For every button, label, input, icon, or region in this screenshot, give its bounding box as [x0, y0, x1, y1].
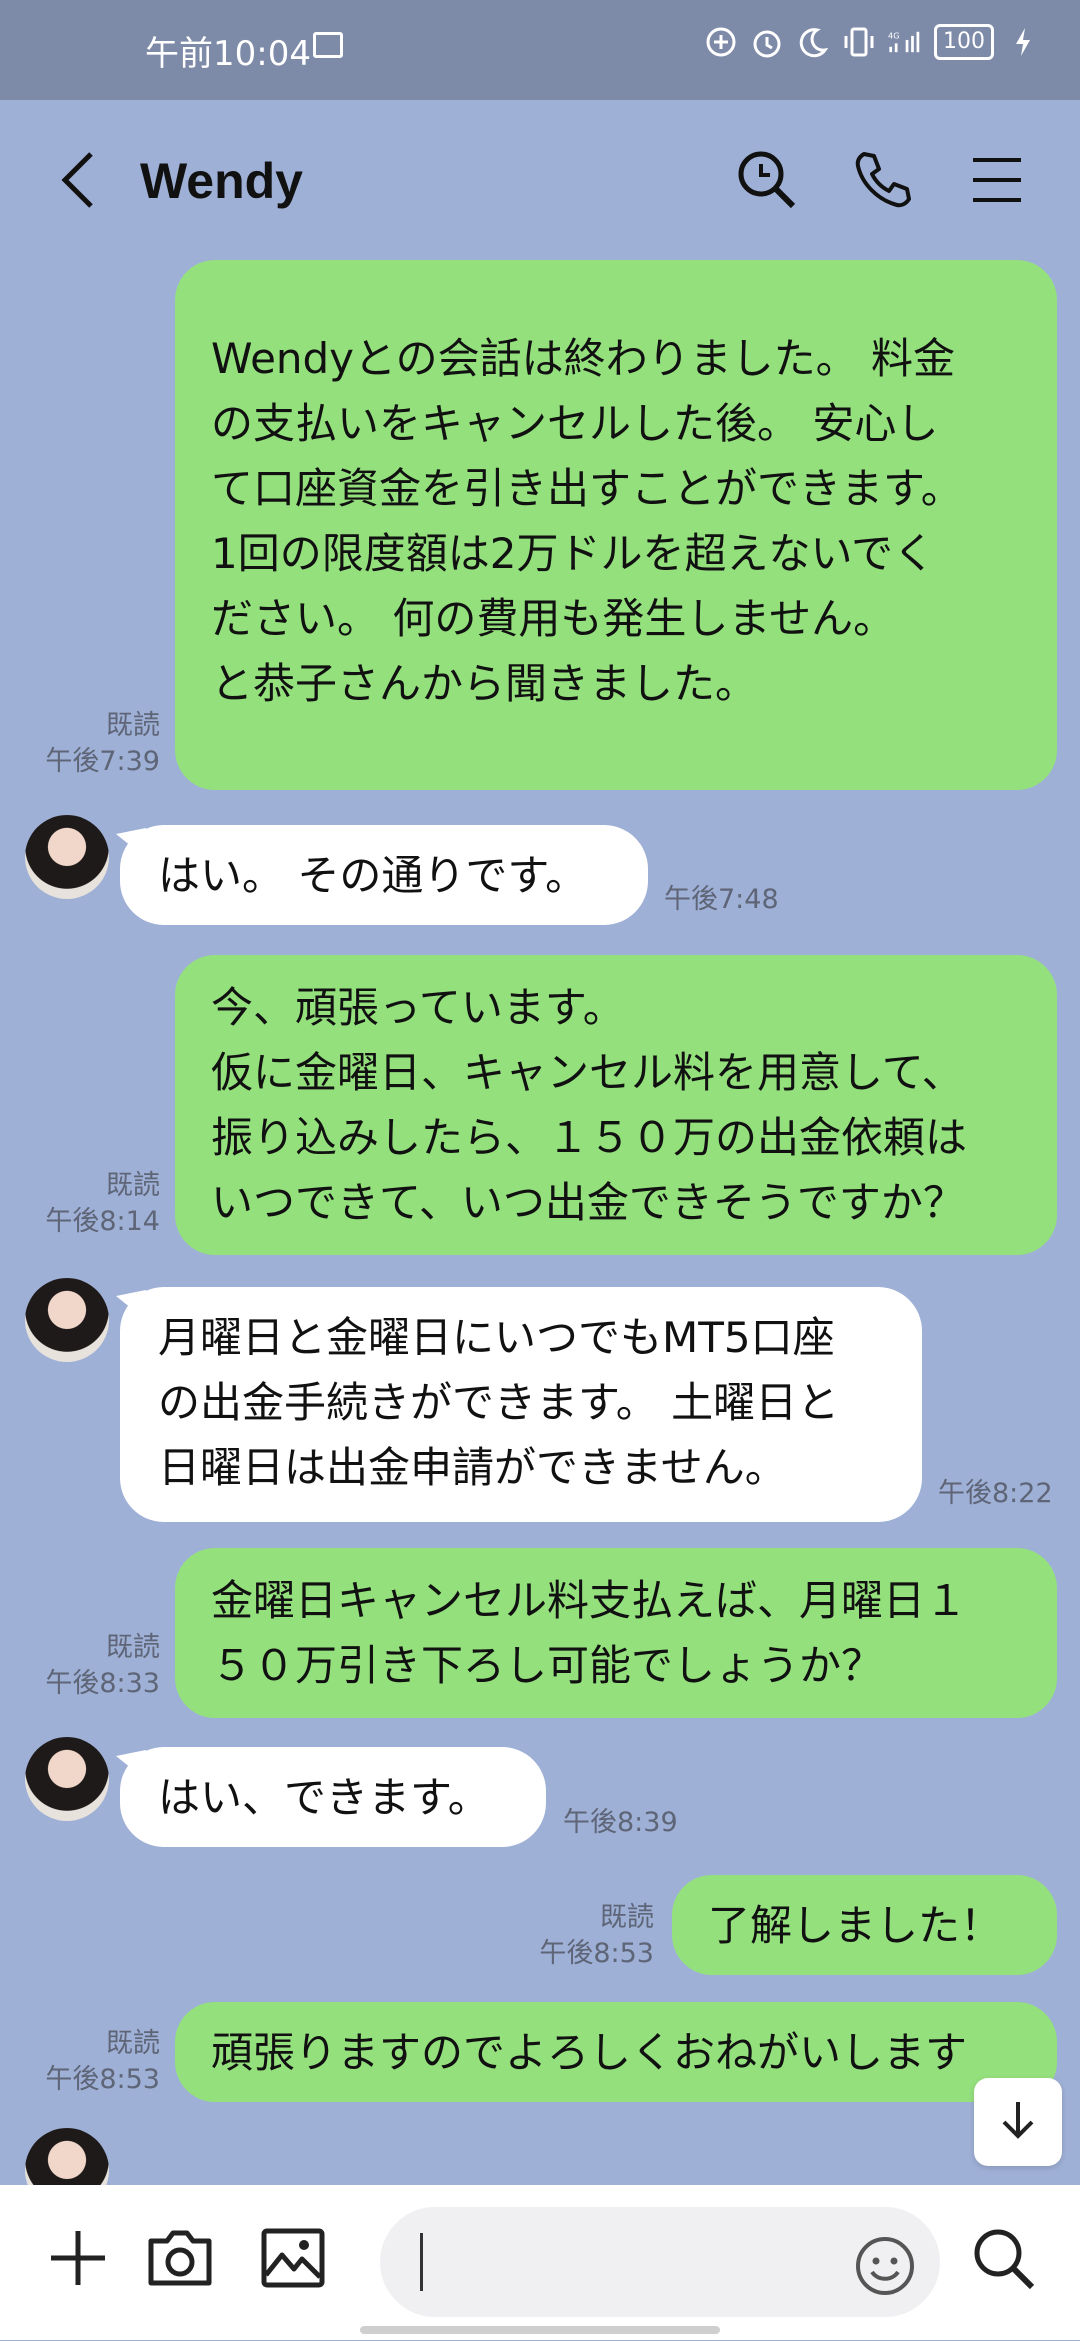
image-icon — [313, 32, 343, 58]
message-time: 午後8:53 — [539, 1938, 654, 1969]
message-bubble-received[interactable]: はい。 その通りです。 — [120, 825, 648, 925]
read-status: 既読 — [106, 710, 160, 741]
text-caret — [420, 2233, 423, 2291]
message-meta: 既読 午後8:14 — [30, 1168, 160, 1240]
status-icons: 4G 100 — [704, 24, 1040, 60]
scroll-down-button[interactable] — [974, 2078, 1062, 2166]
message-meta: 既読 午後8:33 — [30, 1630, 160, 1702]
message-meta: 既読 午後8:53 — [520, 1900, 654, 1972]
svg-text:4G: 4G — [888, 31, 900, 41]
message-bubble-received[interactable]: はい、できます。 — [120, 1747, 546, 1847]
avatar[interactable] — [25, 815, 109, 899]
back-icon[interactable] — [55, 150, 105, 210]
phone-icon[interactable] — [850, 148, 914, 212]
home-indicator[interactable] — [360, 2326, 720, 2334]
alarm-icon — [750, 25, 784, 59]
read-status: 既読 — [600, 1902, 654, 1933]
arrow-down-icon — [994, 2096, 1042, 2148]
vibrate-icon — [842, 25, 876, 59]
avatar[interactable] — [25, 2128, 109, 2185]
search-icon[interactable] — [735, 148, 799, 212]
avatar[interactable] — [25, 1278, 109, 1362]
image-picker-icon[interactable] — [258, 2223, 328, 2293]
message-bubble-sent[interactable]: 頑張りますのでよろしくおねがいします — [175, 2002, 1057, 2102]
plus-icon[interactable] — [43, 2223, 113, 2293]
plus-circle-icon — [704, 25, 738, 59]
message-bubble-received[interactable]: 月曜日と金曜日にいつでもMT5口座 の出金手続きができます。 土曜日と 日曜日は… — [120, 1287, 922, 1522]
message-time: 午後8:14 — [45, 1206, 160, 1237]
message-meta: 既読 午後8:53 — [30, 2026, 160, 2098]
message-bubble-sent[interactable]: Wendyとの会話は終わりました。 料金 の支払いをキャンセルした後。 安心し … — [175, 260, 1057, 790]
emoji-icon[interactable] — [854, 2231, 916, 2295]
message-time: 午後8:33 — [45, 1668, 160, 1699]
message-time: 午後8:22 — [938, 1478, 1053, 1509]
battery-icon: 100 — [934, 24, 994, 60]
chat-list[interactable]: Wendyとの会話は終わりました。 料金 の支払いをキャンセルした後。 安心し … — [0, 260, 1080, 2185]
read-status: 既読 — [106, 1632, 160, 1663]
4g-signal-icon: 4G — [888, 25, 922, 59]
message-bubble-sent[interactable]: 今、頑張っています。 仮に金曜日、キャンセル料を用意して、 振り込みしたら、１５… — [175, 955, 1057, 1255]
message-input[interactable] — [380, 2207, 940, 2317]
status-time: 午前10:04 — [145, 34, 311, 74]
chat-header: Wendy — [0, 100, 1080, 260]
menu-icon[interactable] — [965, 148, 1029, 212]
charging-icon — [1006, 25, 1040, 59]
message-time: 午後7:39 — [45, 746, 160, 777]
message-meta: 既読 午後7:39 — [30, 708, 160, 780]
message-time: 午後8:53 — [45, 2064, 160, 2095]
message-time: 午後8:39 — [563, 1807, 678, 1838]
read-status: 既読 — [106, 2028, 160, 2059]
camera-icon[interactable] — [145, 2223, 215, 2293]
message-bubble-sent[interactable]: 金曜日キャンセル料支払えば、月曜日１ ５０万引き下ろし可能でしょうか？ — [175, 1548, 1057, 1718]
status-bar: 午前10:04 4G 100 — [0, 0, 1080, 100]
message-bubble-sent[interactable]: 了解しました！ — [672, 1875, 1057, 1975]
chat-title: Wendy — [140, 153, 303, 209]
input-bar — [0, 2185, 1080, 2340]
avatar[interactable] — [25, 1737, 109, 1821]
search-icon[interactable] — [968, 2223, 1038, 2293]
message-time: 午後7:48 — [664, 884, 779, 915]
moon-icon — [796, 25, 830, 59]
read-status: 既読 — [106, 1170, 160, 1201]
